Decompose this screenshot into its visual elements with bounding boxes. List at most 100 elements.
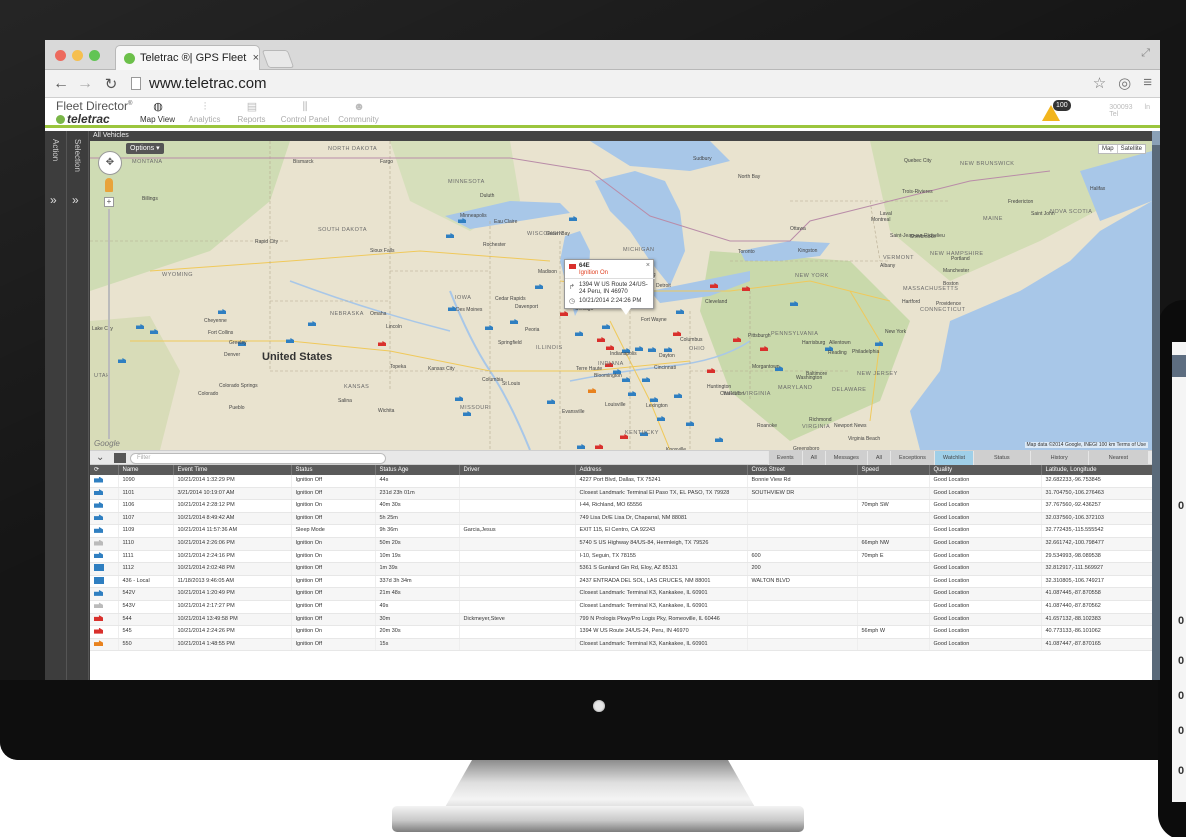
grid-tab[interactable]: Messages [824,451,867,465]
nav-analytics[interactable]: ⫶ Analytics [182,98,227,128]
map-label: Davenport [515,304,539,310]
map-label: Duluth [480,193,495,199]
map-options-button[interactable]: Options ▾ [126,143,164,154]
forward-arrow-icon[interactable]: → [75,75,95,93]
map-type-map[interactable]: Map [1099,145,1117,153]
grid-tab[interactable]: Status [973,451,1030,465]
map-label: NEW BRUNSWICK [960,161,1015,167]
grid-tab[interactable]: All [801,451,825,465]
map-container[interactable]: MONTANA NORTH DAKOTA SOUTH DAKOTA WYOMING NE… [90,141,1152,450]
browser-tab[interactable]: Teletrac ®| GPS Fleet Track × [115,45,260,70]
column-header[interactable]: Cross Street [747,465,858,475]
map-label: WYOMING [162,272,193,278]
map-type-toggle[interactable]: Map Satellite [1097,144,1146,154]
column-header[interactable]: Quality [929,465,1042,475]
collapse-chevron-icon[interactable]: ⌄ [96,452,104,463]
table-row[interactable]: 436 - Local 11/18/2013 9:46:05 AM Ignition… [90,575,1154,589]
scrollbar-thumb[interactable] [1152,131,1160,145]
cell-cross: WALTON BLVD [747,575,858,589]
table-row[interactable]: 1109 10/21/2014 11:57:36 AM Sleep Mode 9h 3… [90,524,1154,538]
zoom-slider[interactable] [108,209,110,439]
nav-control-panel[interactable]: ⫼ Control Panel [276,98,334,128]
table-row[interactable]: 550 10/21/2014 1:48:55 PM Ignition Off 15s C… [90,638,1154,652]
filter-input[interactable]: Filter [130,453,386,464]
column-header[interactable]: Status Age [375,465,460,475]
fullscreen-icon[interactable]: ⤢ [1141,47,1150,60]
back-arrow-icon[interactable]: ← [51,75,71,93]
monitor-chin [0,680,1186,760]
grid-tab[interactable]: Exceptions [890,451,934,465]
popup-close-icon[interactable]: × [646,262,650,269]
zoom-in-button[interactable]: + [104,197,114,207]
table-row[interactable]: 1112 10/21/2014 2:02:48 PM Ignition Off 1m … [90,562,1154,576]
pan-control-icon[interactable]: ✥ [98,151,122,175]
grid-tab[interactable]: All [866,451,890,465]
user-menu[interactable]: ln [1145,104,1150,118]
vehicle-info-popup[interactable]: 64E Ignition On × ↱ 1394 W US Route 24/U… [564,259,655,315]
map-label: Virginia Beach [848,436,881,442]
column-header[interactable]: Driver [459,465,576,475]
window-zoom-button[interactable] [89,50,100,61]
table-row[interactable]: 1101 3/21/2014 10:19:07 AM Ignition Off 231… [90,487,1154,501]
nav-map-view[interactable]: ◍ Map View [135,98,180,128]
table-row[interactable]: 1090 10/21/2014 1:32:29 PM Ignition Off 44s… [90,475,1154,488]
cell-address: Closest Landmark: Terminal K3, Kankakee,… [575,600,748,614]
map-label: St Louis [502,381,521,387]
table-row[interactable]: 1110 10/21/2014 2:26:06 PM Ignition On 50m … [90,537,1154,551]
row-icon-cell [90,475,119,488]
new-tab-button[interactable] [261,50,295,68]
map-type-satellite[interactable]: Satellite [1116,145,1145,153]
window-close-button[interactable] [55,50,66,61]
address-bar[interactable]: www.teletrac.com [149,75,267,92]
row-icon-cell [90,638,119,652]
bookmark-star-icon[interactable]: ☆ [1093,74,1106,92]
table-row[interactable]: 1107 10/21/2014 8:49:42 AM Ignition Off 5h … [90,512,1154,526]
right-scrollbar[interactable] [1152,131,1160,680]
nav-reports[interactable]: ▤ Reports [229,98,274,128]
cell-address: Closest Landmark: Terminal El Paso TX, E… [575,487,748,501]
cell-quality: Good Location [929,550,1042,564]
table-row[interactable]: 1111 10/21/2014 2:24:16 PM Ignition On 10m … [90,550,1154,564]
column-header[interactable]: Speed [857,465,930,475]
table-header-row: ⟳ Name Event Time Status Status Age Driv… [90,465,1154,475]
column-header[interactable]: Status [291,465,376,475]
column-header[interactable]: Latitude, Longitude [1041,465,1154,475]
extension-icon[interactable]: ◎ [1118,74,1131,92]
map-label: KENTUCKY [625,430,659,436]
tab-close-icon[interactable]: × [253,52,259,64]
expand-chevron-icon[interactable]: » [50,193,57,207]
column-header[interactable]: Address [575,465,748,475]
table-row[interactable]: 1106 10/21/2014 2:28:12 PM Ignition On 40m … [90,499,1154,513]
cell-time: 10/21/2014 2:17:27 PM [173,600,292,614]
action-panel-toggle[interactable]: Action » [45,131,67,680]
action-label: Action [51,139,60,162]
map-label: Rapid City [255,239,279,245]
reload-icon[interactable]: ↻ [101,75,121,93]
column-header[interactable]: Name [118,465,174,475]
table-row[interactable]: 542V 10/21/2014 1:20:49 PM Ignition Off 21m… [90,587,1154,601]
map-label: Denver [224,352,241,358]
grid-tab[interactable]: Nearest [1087,451,1148,465]
selection-panel-toggle[interactable]: Selection » [67,131,89,680]
grid-tab[interactable]: Watchlist [933,451,974,465]
truck-icon [94,552,103,559]
cell-cross [747,587,858,601]
header-refresh-icon[interactable]: ⟳ [90,465,119,475]
cell-status: Ignition Off [291,512,376,526]
menu-icon[interactable]: ≡ [1143,74,1152,92]
cell-name: 1090 [118,475,174,488]
street-view-pegman-icon[interactable] [105,178,113,192]
cell-latlng: 37.767560,-92.436257 [1041,499,1154,513]
map-label: NOVA SCOTIA [1050,209,1093,215]
expand-chevron-icon[interactable]: » [72,193,79,207]
nav-community[interactable]: ☻ Community [336,98,381,128]
table-row[interactable]: 545 10/21/2014 2:24:26 PM Ignition On 20m 3… [90,625,1154,639]
grid-tab[interactable]: Events [767,451,802,465]
column-header[interactable]: Event Time [173,465,292,475]
table-row[interactable]: 544 10/21/2014 13:49:58 PM Ignition Off 30m… [90,613,1154,627]
table-row[interactable]: 543V 10/21/2014 2:17:27 PM Ignition Off 49s… [90,600,1154,614]
window-minimize-button[interactable] [72,50,83,61]
grid-settings-icon[interactable] [114,453,126,463]
cell-quality: Good Location [929,512,1042,526]
grid-tab[interactable]: History [1029,451,1088,465]
